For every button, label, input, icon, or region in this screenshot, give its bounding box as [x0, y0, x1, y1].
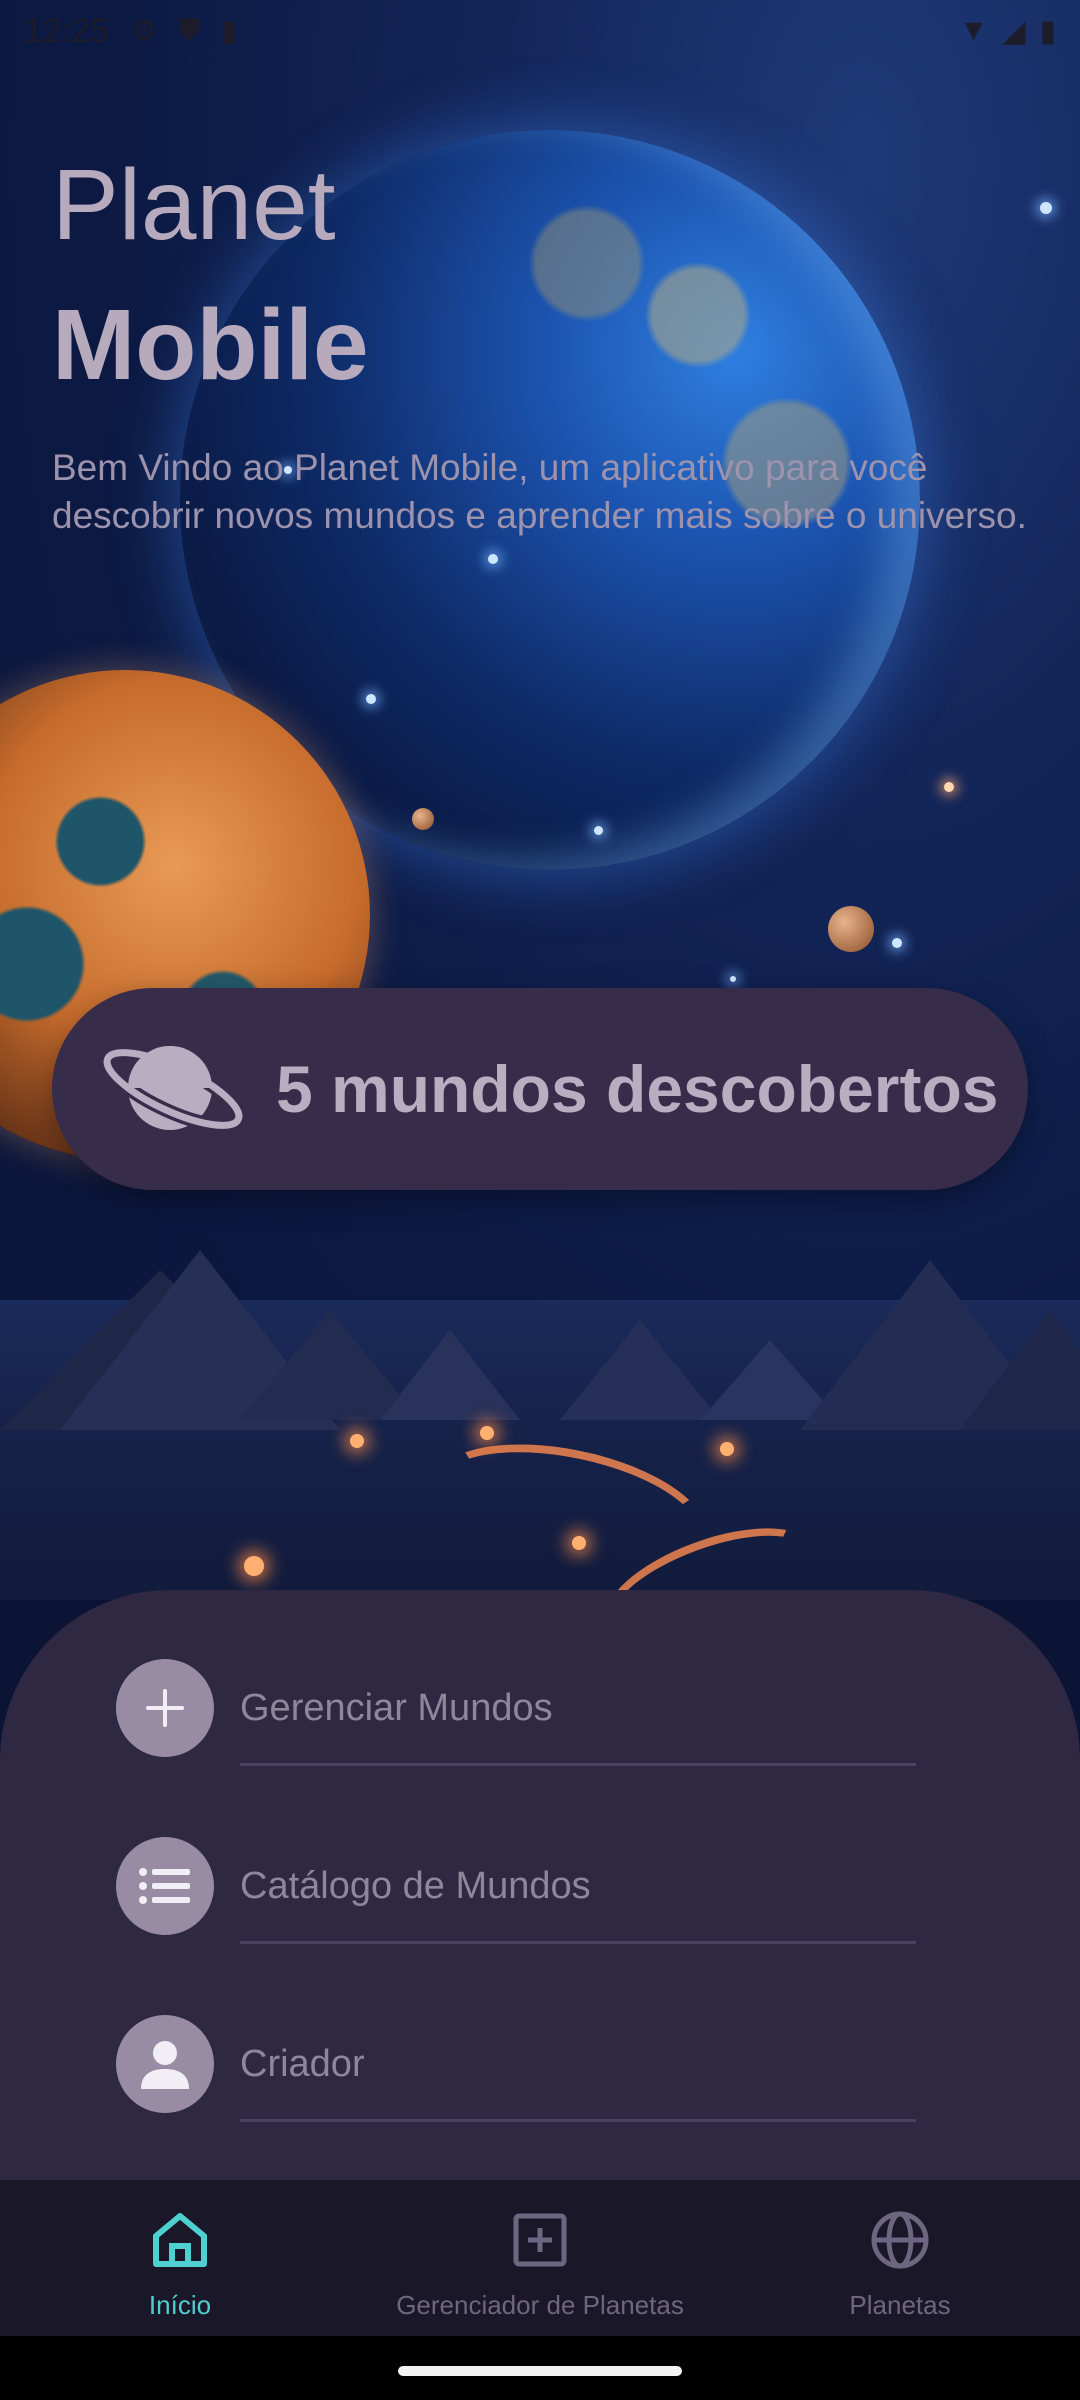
nav-label: Início: [148, 2290, 212, 2320]
menu-item-label: Criador: [240, 2042, 365, 2085]
home-gesture-bar[interactable]: [398, 2366, 682, 2376]
app-title-line2: Mobile: [52, 289, 369, 401]
person-icon: [116, 2015, 214, 2113]
nav-tab-home[interactable]: Início: [0, 2180, 360, 2336]
intro-text: Bem Vindo ao Planet Mobile, um aplicativ…: [52, 447, 1027, 536]
alien-landscape: [0, 1250, 1080, 1600]
menu-item-label: Gerenciar Mundos: [240, 1686, 553, 1729]
bottom-navigation: Início Gerenciador de Planetas Planetas: [0, 2180, 1080, 2336]
app-title-line1: Planet: [52, 149, 336, 261]
gear-icon: ⚙: [131, 14, 158, 48]
discovered-worlds-counter: 5 mundos descobertos: [52, 988, 1028, 1190]
list-icon: [116, 1837, 214, 1935]
status-time: 12:25: [24, 11, 110, 50]
menu-item-world-catalog[interactable]: Catálogo de Mundos: [116, 1836, 916, 1944]
divider: [240, 1941, 916, 1944]
sim-card-icon: ▮: [220, 14, 238, 48]
globe-icon: [871, 2211, 929, 2269]
signal-icon: ◢: [1002, 14, 1026, 48]
menu-item-creator[interactable]: Criador: [116, 2014, 916, 2122]
add-box-icon: [513, 2213, 567, 2267]
menu-sheet: Gerenciar Mundos Catálogo de Mundos Cria…: [0, 1590, 1080, 2180]
menu-item-label: Catálogo de Mundos: [240, 1864, 591, 1907]
nav-label: Gerenciador de Planetas: [396, 2290, 684, 2320]
menu-item-manage-worlds[interactable]: Gerenciar Mundos: [116, 1658, 916, 1766]
home-icon: [153, 2213, 207, 2267]
wifi-icon: ▼: [958, 13, 989, 47]
plus-icon: [116, 1659, 214, 1757]
battery-icon: ▮: [1039, 14, 1056, 48]
nav-tab-planets[interactable]: Planetas: [720, 2180, 1080, 2336]
divider: [240, 2119, 916, 2122]
planet-icon: [100, 1045, 246, 1133]
divider: [240, 1763, 916, 1766]
counter-text: 5 mundos descobertos: [276, 1052, 999, 1126]
status-bar: 12:25 ⚙ ⛊ ▮ ▼ ◢ ▮: [0, 0, 1080, 62]
nav-tab-planet-manager[interactable]: Gerenciador de Planetas: [360, 2180, 720, 2336]
nav-label: Planetas: [849, 2290, 951, 2320]
shield-icon: ⛊: [178, 13, 201, 47]
